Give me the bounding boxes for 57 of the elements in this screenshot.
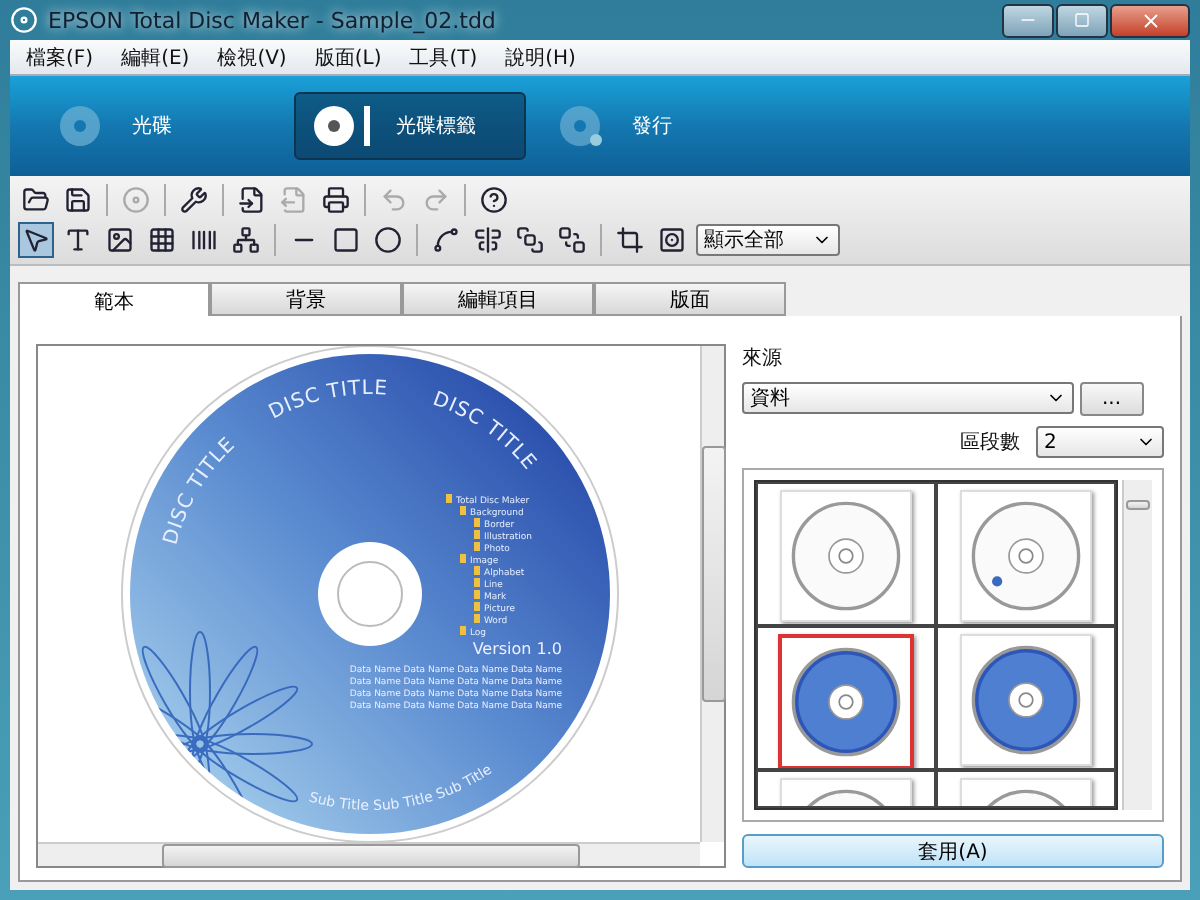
- disc-thumbnail-drawing: [790, 500, 902, 612]
- image-icon[interactable]: [106, 226, 134, 254]
- curve-icon[interactable]: [432, 226, 460, 254]
- disc-thumbnail-drawing: [970, 500, 1082, 612]
- tab[interactable]: 範本: [18, 282, 210, 316]
- segments-label: 區段數: [960, 430, 1020, 456]
- menu-item[interactable]: 檔案(F): [26, 43, 94, 71]
- mode-tab[interactable]: 光碟標籤: [294, 92, 526, 160]
- gallery-scrollbar[interactable]: [1122, 480, 1152, 810]
- view-select[interactable]: 顯示全部: [696, 224, 840, 256]
- menu-item[interactable]: 工具(T): [409, 43, 478, 71]
- bring-front-icon[interactable]: [516, 226, 544, 254]
- import-icon[interactable]: [238, 186, 266, 214]
- align-icon[interactable]: [474, 226, 502, 254]
- menu-item[interactable]: 版面(L): [314, 43, 382, 71]
- vertical-scrollbar[interactable]: [700, 346, 724, 842]
- wrench-icon[interactable]: [180, 186, 208, 214]
- save-icon[interactable]: [64, 186, 92, 214]
- disc-label-icon: [308, 102, 376, 150]
- help-icon[interactable]: [480, 186, 508, 214]
- disc-title: DISC TITLE: [264, 377, 388, 425]
- horizontal-scrollbar[interactable]: [38, 842, 700, 866]
- source-select[interactable]: 資料: [742, 382, 1074, 414]
- disc-thumbnail-drawing: [790, 646, 902, 758]
- tab[interactable]: 背景: [210, 282, 402, 316]
- pointer-icon[interactable]: [22, 226, 50, 254]
- menu-item[interactable]: 說明(H): [505, 43, 576, 71]
- template-thumbnail[interactable]: [778, 634, 914, 768]
- send-back-icon[interactable]: [558, 226, 586, 254]
- app-icon: [10, 6, 38, 34]
- printer-icon[interactable]: [322, 186, 350, 214]
- disc-thumbnail-drawing: [970, 644, 1082, 756]
- segments-select[interactable]: 2: [1036, 426, 1164, 458]
- tree-icon[interactable]: [232, 226, 260, 254]
- version-text: Version 1.0: [471, 640, 561, 658]
- apply-button[interactable]: 套用(A): [742, 834, 1164, 868]
- tab[interactable]: 版面: [594, 282, 786, 316]
- ellipse-icon[interactable]: [374, 226, 402, 254]
- text-tool-icon[interactable]: [64, 226, 92, 254]
- open-folder-icon[interactable]: [22, 186, 50, 214]
- rectangle-icon[interactable]: [332, 226, 360, 254]
- grid-icon[interactable]: [148, 226, 176, 254]
- close-icon: [1139, 9, 1161, 31]
- browse-button[interactable]: ...: [1080, 381, 1144, 415]
- window-title: EPSON Total Disc Maker - Sample_02.tdd: [48, 7, 496, 33]
- crop-icon[interactable]: [616, 226, 644, 254]
- mode-tab[interactable]: 光碟: [38, 92, 282, 160]
- maximize-icon: [1074, 12, 1090, 28]
- menu-item[interactable]: 檢視(V): [217, 43, 287, 71]
- close-button[interactable]: [1110, 3, 1190, 37]
- maximize-button[interactable]: [1056, 3, 1108, 37]
- tab[interactable]: 編輯項目: [402, 282, 594, 316]
- minimize-button[interactable]: [1002, 3, 1054, 37]
- source-label: 來源: [742, 345, 784, 372]
- menu-item[interactable]: 編輯(E): [121, 43, 190, 71]
- barcode-icon[interactable]: [190, 226, 218, 254]
- mode-tab[interactable]: 發行: [538, 92, 782, 160]
